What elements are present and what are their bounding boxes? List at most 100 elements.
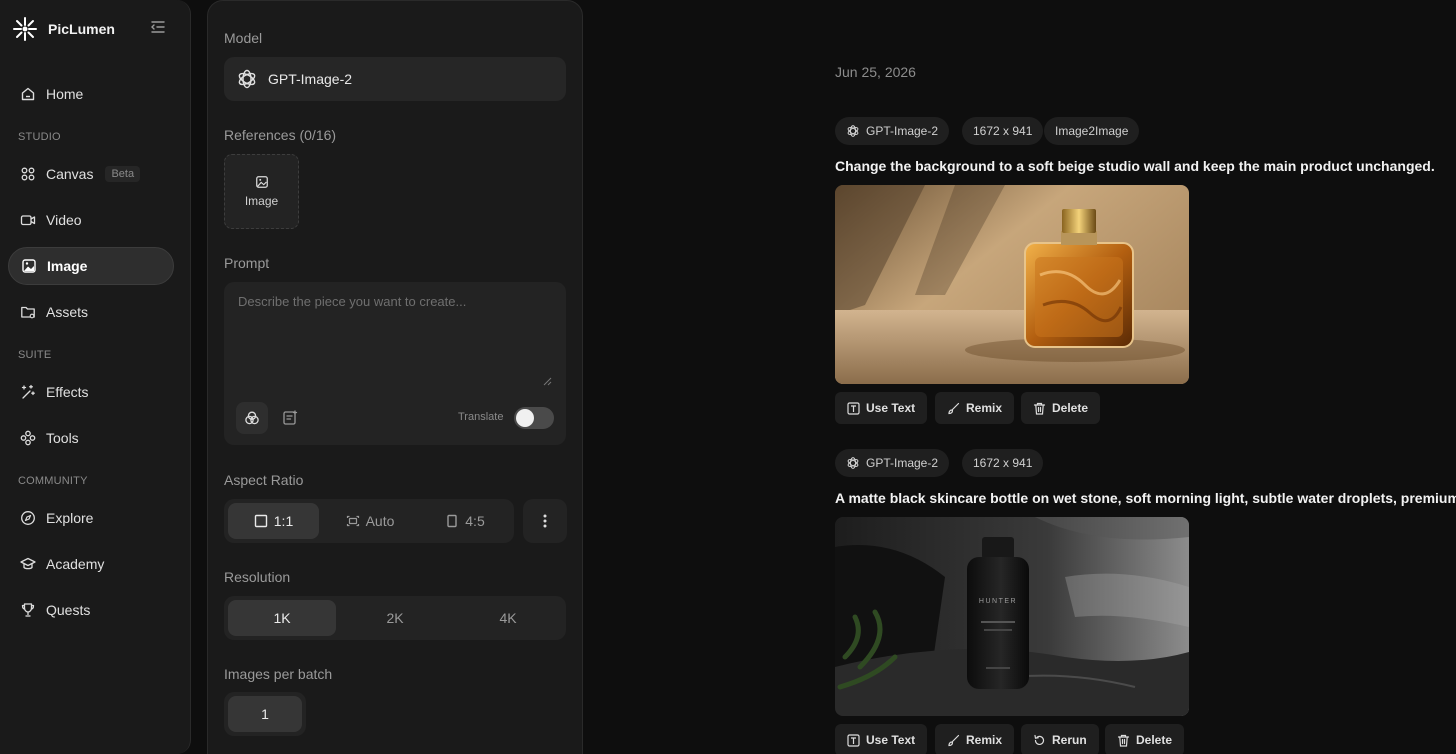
- references-label: References (0/16): [224, 127, 337, 143]
- aspect-ratio-selector: 1:1 Auto 4:5: [224, 499, 514, 543]
- delete-button[interactable]: Delete: [1021, 392, 1101, 424]
- images-per-batch-label: Images per batch: [224, 666, 333, 682]
- resolution-option-4k[interactable]: 4K: [454, 600, 562, 636]
- magic-wand-icon: [21, 384, 35, 399]
- sidebar-item-label: Academy: [46, 556, 105, 572]
- aspect-option-1-1[interactable]: 1:1: [228, 503, 319, 539]
- feed-date: Jun 25, 2026: [835, 64, 916, 80]
- generated-image-skincare[interactable]: HUNTER: [835, 517, 1189, 716]
- generation-panel: Model GPT-Image-2 References (0/16) Imag…: [207, 0, 583, 754]
- square-icon: [254, 514, 267, 528]
- entry-prompt[interactable]: Change the background to a soft beige st…: [835, 158, 1435, 174]
- model-tag: GPT-Image-2: [835, 449, 950, 477]
- sidebar-item-label: Assets: [46, 304, 89, 320]
- brand[interactable]: PicLumen: [12, 16, 115, 42]
- sidebar-item-label: Explore: [46, 510, 94, 526]
- remix-button[interactable]: Remix: [935, 724, 1015, 754]
- aspect-option-label: 1:1: [273, 513, 294, 529]
- sidebar-item-academy[interactable]: Academy: [8, 545, 174, 583]
- text-icon: [847, 733, 860, 747]
- action-label: Use Text: [866, 401, 916, 415]
- brand-name: PicLumen: [48, 21, 115, 37]
- auto-frame-icon: [346, 515, 359, 527]
- beta-badge: Beta: [105, 166, 141, 182]
- sidebar-item-image[interactable]: Image: [8, 247, 174, 285]
- more-aspect-ratios-button[interactable]: [523, 499, 567, 543]
- piclumen-logo-icon: [13, 17, 37, 41]
- sidebar-item-explore[interactable]: Explore: [8, 499, 174, 537]
- trash-icon: [1117, 734, 1130, 747]
- sidebar-item-effects[interactable]: Effects: [8, 373, 174, 411]
- resize-handle-icon[interactable]: [542, 376, 552, 386]
- sidebar-item-home[interactable]: Home: [8, 75, 174, 113]
- sidebar-item-tools[interactable]: Tools: [8, 419, 174, 457]
- dimensions-tag: 1672 x 941: [962, 117, 1044, 145]
- canvas-icon: [21, 167, 35, 181]
- sidebar-item-quests[interactable]: Quests: [8, 591, 174, 629]
- batch-selector: 1: [224, 692, 306, 736]
- tag-label: GPT-Image-2: [866, 456, 939, 470]
- use-text-button[interactable]: Use Text: [835, 392, 928, 424]
- aspect-option-4-5[interactable]: 4:5: [420, 503, 510, 539]
- collapse-sidebar-icon[interactable]: [150, 19, 166, 35]
- video-icon: [20, 215, 36, 226]
- sidebar: PicLumen Home STUDIO Canvas Beta Video I…: [0, 0, 191, 754]
- sidebar-item-canvas[interactable]: Canvas Beta: [8, 155, 174, 193]
- toggle-knob: [516, 409, 534, 427]
- text-sparkle-icon: [283, 410, 298, 425]
- prompt-input[interactable]: [224, 282, 566, 392]
- aspect-option-auto[interactable]: Auto: [324, 503, 416, 539]
- action-label: Remix: [966, 733, 1003, 747]
- rerun-button[interactable]: Rerun: [1021, 724, 1099, 754]
- brush-icon: [948, 734, 960, 746]
- aspect-option-label: 4:5: [465, 513, 485, 529]
- openai-icon: [238, 69, 256, 89]
- delete-button[interactable]: Delete: [1105, 724, 1185, 754]
- batch-option-1[interactable]: 1: [228, 696, 302, 732]
- use-text-button[interactable]: Use Text: [835, 724, 928, 754]
- model-value: GPT-Image-2: [268, 71, 353, 87]
- action-label: Delete: [1136, 733, 1173, 747]
- resolution-option-2k[interactable]: 2K: [341, 600, 449, 636]
- model-tag: GPT-Image-2: [835, 117, 950, 145]
- section-label-studio: STUDIO: [18, 131, 61, 143]
- resolution-option-1k[interactable]: 1K: [228, 600, 336, 636]
- sidebar-item-label: Effects: [46, 384, 89, 400]
- resolution-label: Resolution: [224, 569, 291, 585]
- dimensions-tag: 1672 x 941: [962, 449, 1044, 477]
- action-label: Delete: [1052, 401, 1089, 415]
- sidebar-item-video[interactable]: Video: [8, 201, 174, 239]
- sidebar-item-assets[interactable]: Assets: [8, 293, 174, 331]
- action-label: Rerun: [1052, 733, 1087, 747]
- graduation-cap-icon: [20, 557, 36, 570]
- aspect-ratio-label: Aspect Ratio: [224, 472, 304, 488]
- section-label-suite: SUITE: [18, 349, 52, 361]
- add-reference-image-button[interactable]: Image: [224, 154, 299, 229]
- more-vertical-icon: [543, 514, 547, 528]
- resolution-selector: 1K 2K 4K: [224, 596, 566, 640]
- sidebar-item-label: Home: [46, 86, 84, 102]
- overlap-circles-icon: [245, 411, 259, 425]
- prompt-label: Prompt: [224, 255, 270, 271]
- entry-prompt[interactable]: A matte black skincare bottle on wet sto…: [835, 490, 1456, 506]
- style-mix-button[interactable]: [236, 402, 268, 434]
- sidebar-item-label: Quests: [46, 602, 91, 618]
- image-icon: [255, 176, 268, 188]
- aspect-option-label: Auto: [365, 513, 395, 529]
- section-label-community: COMMUNITY: [18, 475, 88, 487]
- remix-button[interactable]: Remix: [935, 392, 1015, 424]
- text-icon: [847, 401, 860, 415]
- mode-tag: Image2Image: [1044, 117, 1140, 145]
- generated-image-perfume[interactable]: [835, 185, 1189, 384]
- sidebar-item-label: Video: [46, 212, 82, 228]
- translate-toggle[interactable]: [514, 407, 554, 429]
- model-label: Model: [224, 30, 263, 46]
- prompt-enhance-button[interactable]: [274, 402, 306, 434]
- sidebar-item-label: Canvas: [46, 166, 94, 182]
- brush-icon: [948, 402, 960, 414]
- prompt-box: Translate: [224, 282, 566, 445]
- reference-button-label: Image: [244, 194, 279, 208]
- trash-icon: [1033, 402, 1046, 415]
- model-select[interactable]: GPT-Image-2: [224, 57, 566, 101]
- compass-icon: [21, 511, 35, 525]
